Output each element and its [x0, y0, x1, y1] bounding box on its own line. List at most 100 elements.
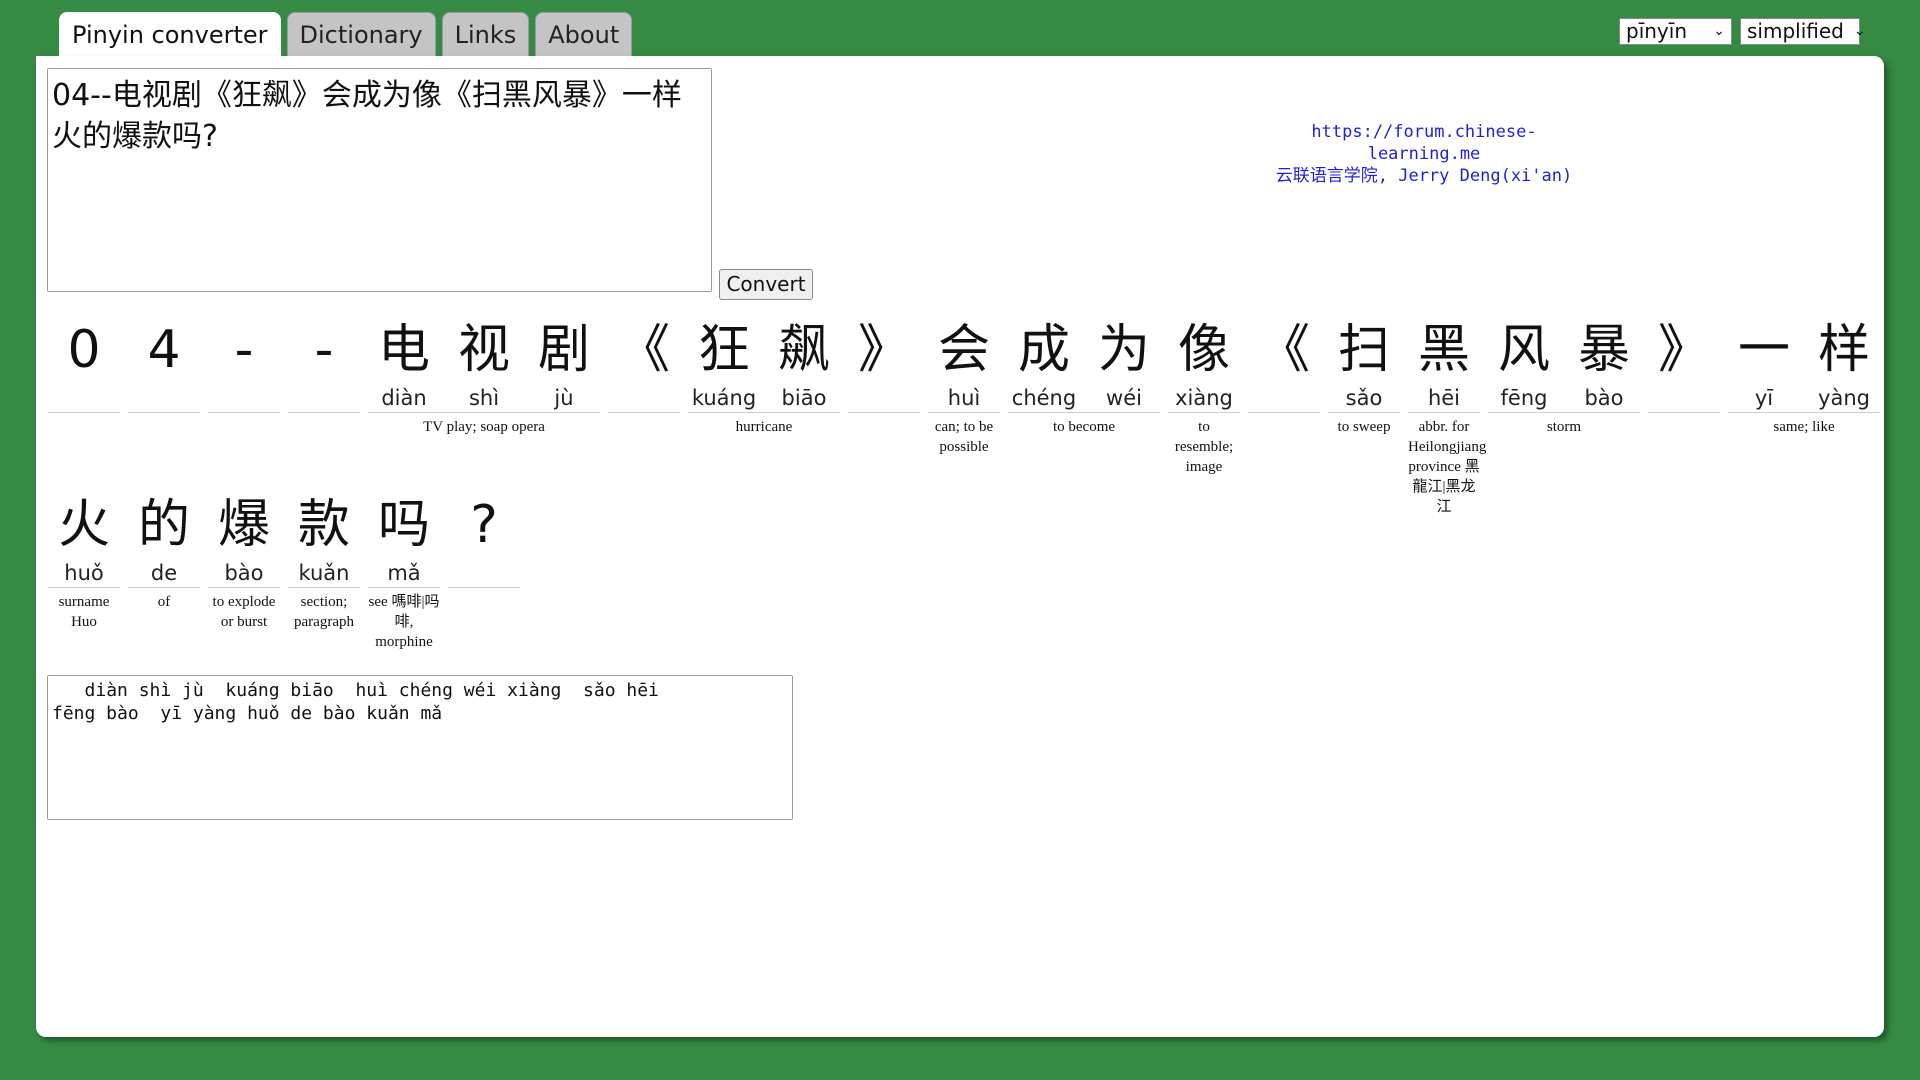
pinyin-syllable: mǎ	[387, 561, 421, 585]
pinyin-syllable: sǎo	[1345, 386, 1383, 410]
word-definition	[288, 413, 360, 417]
word-definition: storm	[1546, 419, 1582, 435]
char-cell: 扫 sǎo	[1328, 316, 1400, 412]
pinyin-syllable: kuáng	[691, 386, 757, 410]
hanzi-char: 像	[1177, 320, 1230, 380]
pinyin-syllable: xiàng	[1175, 386, 1233, 410]
pinyin-syllable: yàng	[1818, 386, 1870, 410]
script-select-value: simplified	[1747, 19, 1844, 43]
word-group: 0	[48, 316, 120, 517]
hanzi-char: 《	[1257, 320, 1310, 380]
word-characters: ?	[448, 491, 520, 588]
credit-author: 云联语言学院, Jerry Deng(xi'an)	[1275, 166, 1573, 186]
word-group: 成 chéng 为 wéi to become	[1008, 316, 1160, 517]
char-cell: -	[288, 316, 360, 412]
word-group: -	[208, 316, 280, 517]
char-cell: 0	[48, 316, 120, 412]
word-characters: 黑 hēi	[1408, 316, 1480, 413]
char-cell: 》	[1648, 316, 1720, 412]
word-characters: 0	[48, 316, 120, 413]
char-cell: 样 yàng	[1808, 316, 1880, 412]
word-group: 爆 bào to explode or burst	[208, 491, 280, 652]
word-group: 款 kuǎn section; paragraph	[288, 491, 360, 652]
word-characters: 》	[848, 316, 920, 413]
hanzi-char: 会	[937, 320, 990, 380]
hanzi-char: 暴	[1577, 320, 1630, 380]
tab-dictionary[interactable]: Dictionary	[286, 12, 436, 56]
pinyin-syllable: shì	[468, 386, 500, 410]
tab-pinyin-converter[interactable]: Pinyin converter	[59, 12, 281, 58]
tab-about[interactable]: About	[535, 12, 633, 56]
word-definition	[448, 588, 520, 592]
pinyin-syllable: huì	[947, 386, 981, 410]
word-group: 的 de of	[128, 491, 200, 652]
word-characters: 款 kuǎn	[288, 491, 360, 588]
hanzi-char: 电	[377, 320, 430, 380]
word-characters: 爆 bào	[208, 491, 280, 588]
word-group: 扫 sǎo to sweep	[1328, 316, 1400, 517]
hanzi-char: 火	[57, 495, 110, 555]
char-cell: 成 chéng	[1008, 316, 1080, 412]
script-select[interactable]: simplified ⌄	[1740, 18, 1866, 45]
chinese-input-textarea[interactable]: 04--电视剧《狂飙》会成为像《扫黑风暴》一样火的爆款吗?	[47, 68, 712, 292]
hanzi-char: 《	[617, 320, 670, 380]
chevron-down-icon: ⌄	[1853, 23, 1866, 39]
char-cell: 视 shì	[448, 316, 520, 412]
forum-link[interactable]: https://forum.chinese-learning.me	[1274, 121, 1574, 165]
hanzi-char: 风	[1497, 320, 1550, 380]
word-characters: 扫 sǎo	[1328, 316, 1400, 413]
word-characters: 成 chéng 为 wéi	[1008, 316, 1160, 413]
pinyin-syllable: chéng	[1011, 386, 1077, 410]
word-definition: hurricane	[735, 419, 793, 435]
pinyin-syllable: bào	[1584, 386, 1624, 410]
hanzi-char: 款	[297, 495, 350, 555]
hanzi-char: -	[314, 320, 334, 380]
char-cell: 4	[128, 316, 200, 412]
word-definition: to resemble; image	[1174, 419, 1234, 475]
char-cell: 飙 biāo	[768, 316, 840, 412]
word-characters: 《	[1248, 316, 1320, 413]
pinyin-syllable: yī	[1754, 386, 1774, 410]
credit-text: https://forum.chinese-learning.me 云联语言学院…	[1274, 121, 1574, 187]
char-cell: 《	[1248, 316, 1320, 412]
hanzi-char: 成	[1017, 320, 1070, 380]
hanzi-char: 0	[67, 320, 101, 380]
hanzi-char: ?	[470, 495, 498, 555]
word-characters: 火 huǒ	[48, 491, 120, 588]
tab-links[interactable]: Links	[441, 12, 530, 56]
word-characters: -	[288, 316, 360, 413]
romanization-select[interactable]: pīnyīn ⌄	[1619, 18, 1732, 45]
word-definition: section; paragraph	[294, 594, 354, 630]
char-cell: ?	[448, 491, 520, 587]
hanzi-char: 样	[1817, 320, 1870, 380]
option-selects: pīnyīn ⌄ simplified ⌄	[1619, 18, 1866, 45]
word-characters: -	[208, 316, 280, 413]
word-characters: 像 xiàng	[1168, 316, 1240, 413]
converter-panel: 04--电视剧《狂飙》会成为像《扫黑风暴》一样火的爆款吗? Convert ht…	[36, 56, 1884, 1037]
word-group: 吗 mǎ see 嗎啡|吗啡, morphine	[368, 491, 440, 652]
word-definition	[608, 413, 680, 417]
word-characters: 一 yī 样 yàng	[1728, 316, 1880, 413]
word-group: 会 huì can; to be possible	[928, 316, 1000, 517]
char-cell: 风 fēng	[1488, 316, 1560, 412]
char-cell: 》	[848, 316, 920, 412]
char-cell: 吗 mǎ	[368, 491, 440, 587]
word-group: 风 fēng 暴 bào storm	[1488, 316, 1640, 517]
pinyin-syllable: de	[150, 561, 178, 585]
word-definition: to sweep	[1337, 419, 1391, 435]
char-cell: 为 wéi	[1088, 316, 1160, 412]
word-characters: 狂 kuáng 飙 biāo	[688, 316, 840, 413]
word-group: -	[288, 316, 360, 517]
pinyin-output-textarea[interactable]: diàn shì jù kuáng biāo huì chéng wéi xià…	[47, 675, 793, 820]
hanzi-char: 黑	[1417, 320, 1470, 380]
word-definition: see 嗎啡|吗啡, morphine	[368, 594, 440, 650]
word-group: 狂 kuáng 飙 biāo hurricane	[688, 316, 840, 517]
word-group: 》	[848, 316, 920, 517]
hanzi-char: 》	[1657, 320, 1710, 380]
word-definition: abbr. for Heilongjiang province 黑龍江|黑龙江	[1408, 419, 1487, 515]
convert-button[interactable]: Convert	[719, 269, 813, 300]
pinyin-syllable: biāo	[781, 386, 827, 410]
pinyin-syllable: diàn	[381, 386, 427, 410]
char-cell: 像 xiàng	[1168, 316, 1240, 412]
hanzi-char: 吗	[377, 495, 430, 555]
